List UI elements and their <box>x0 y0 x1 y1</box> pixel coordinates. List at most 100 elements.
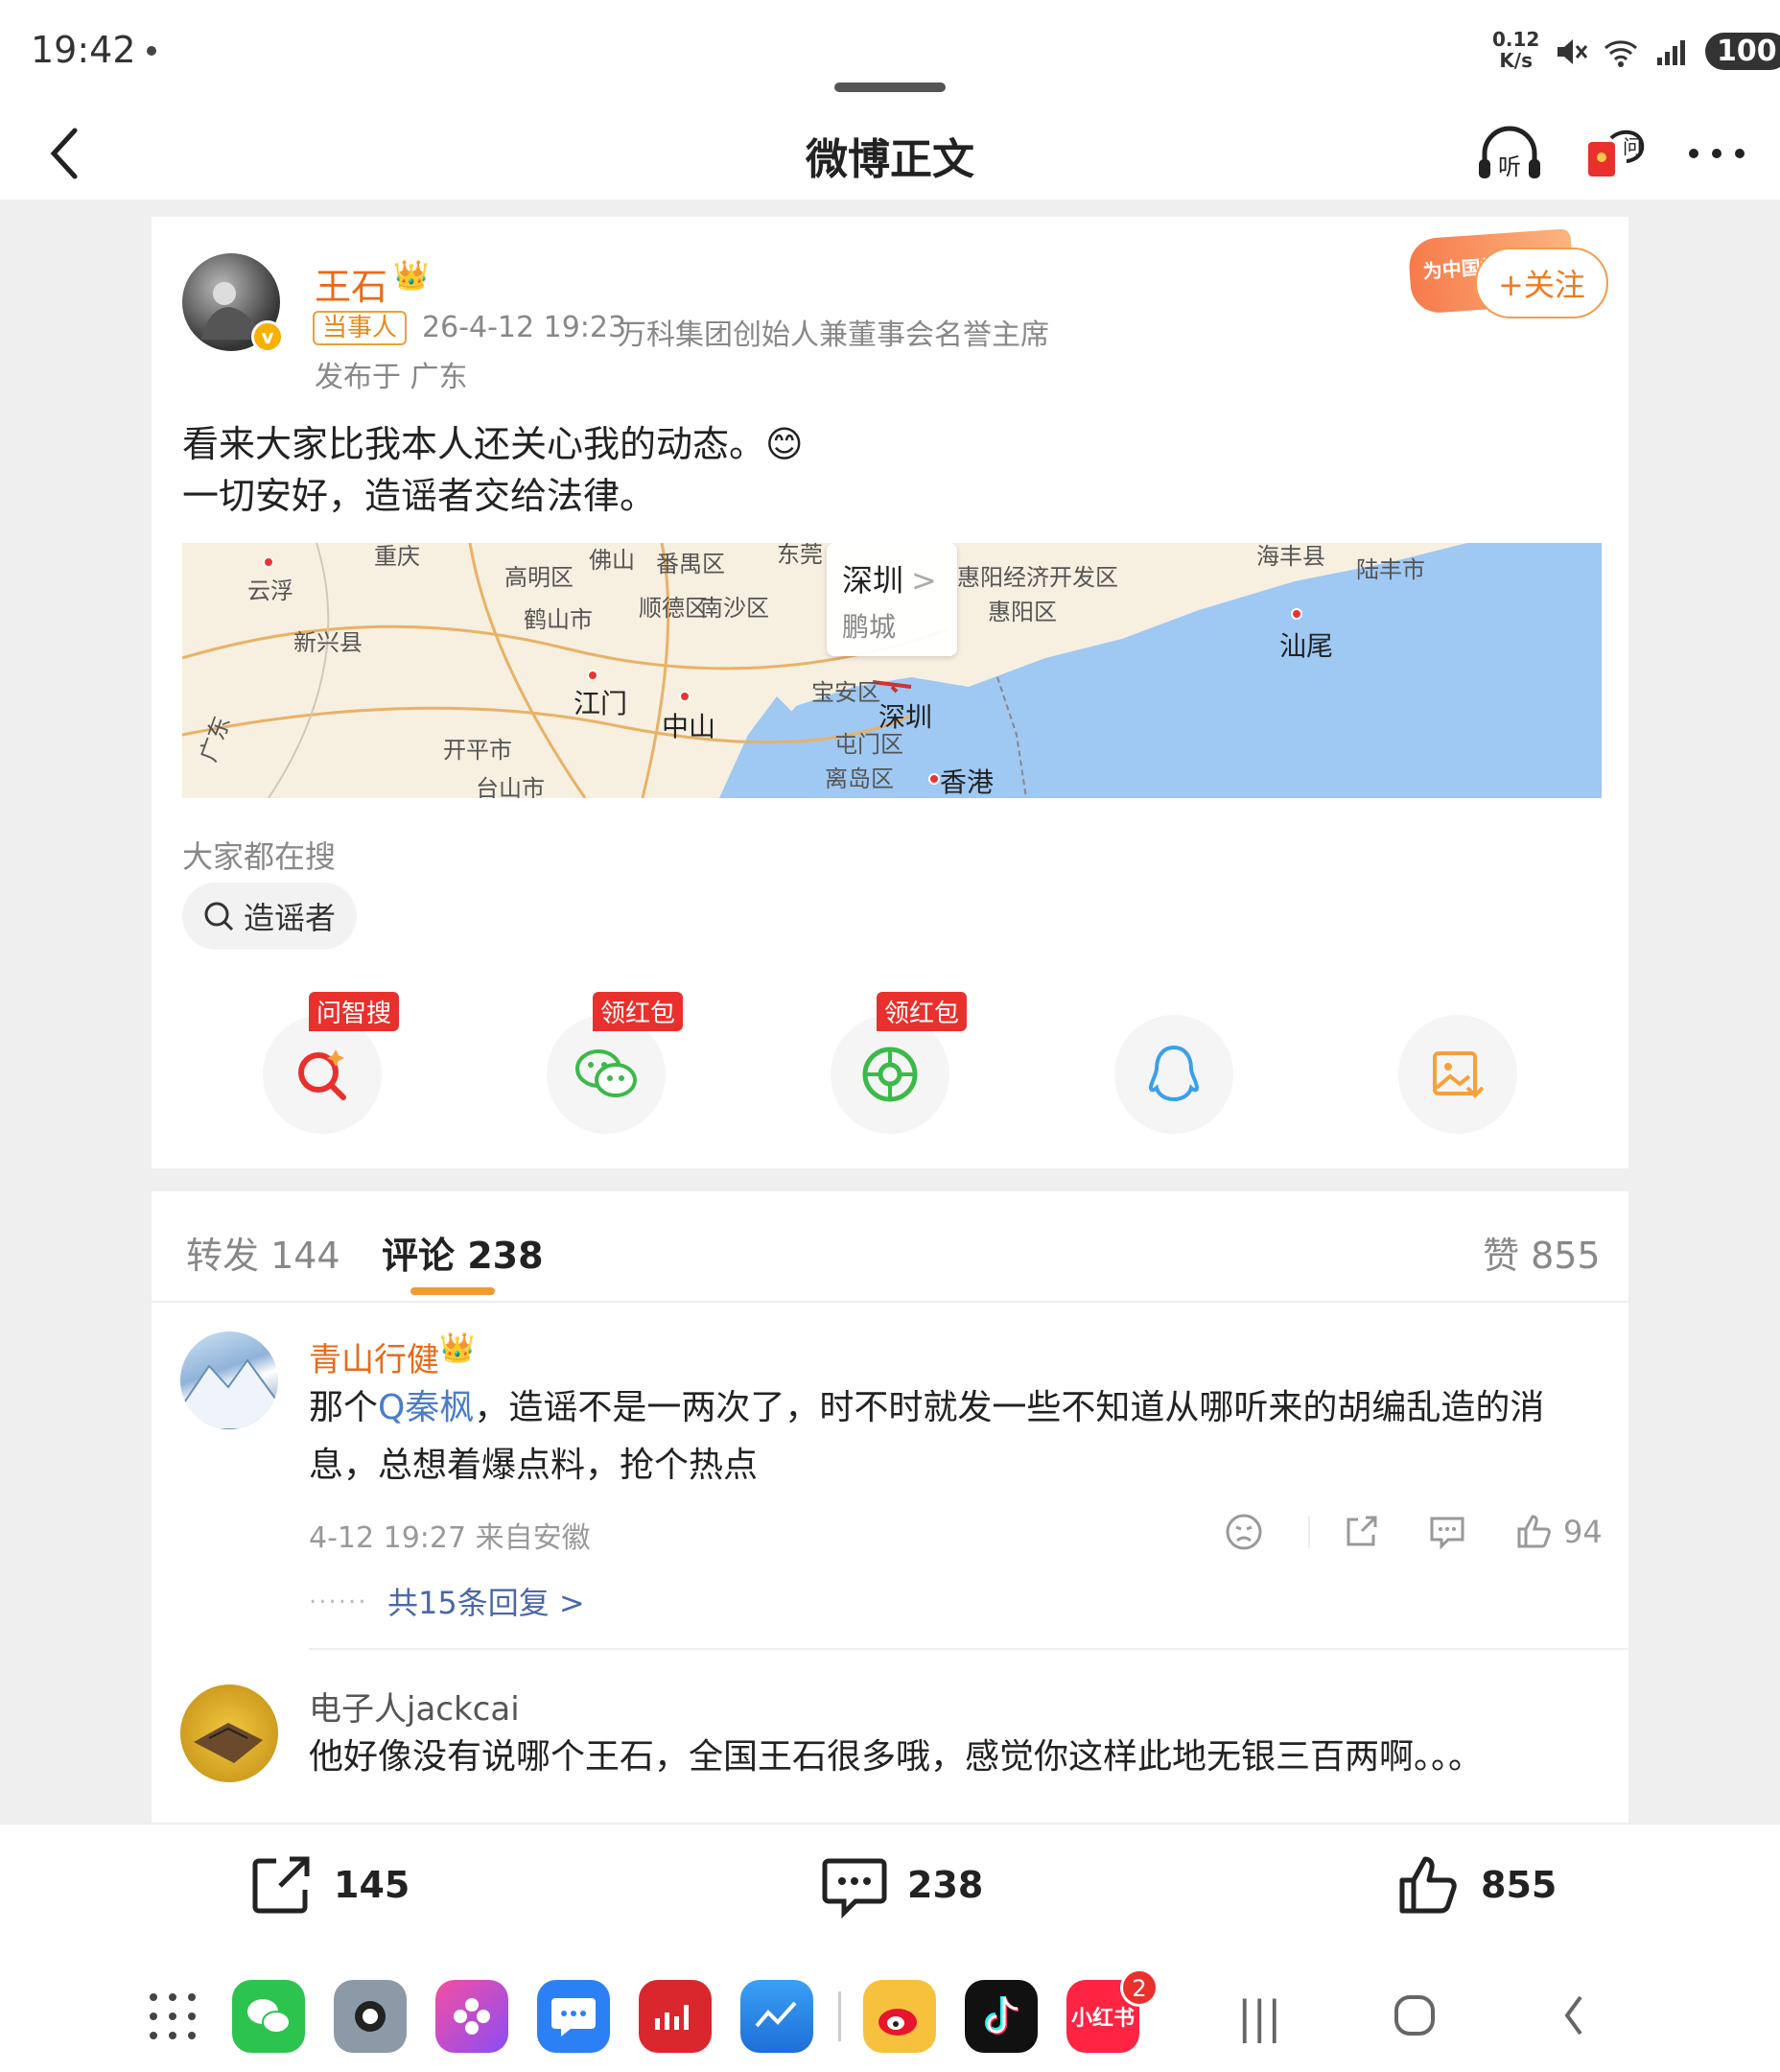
net-speed-unit: K/s <box>1499 49 1534 72</box>
location-nickname: 鹏城 <box>842 611 897 643</box>
status-bar: 19:42 0.12 K/s 100 <box>0 0 1780 106</box>
map-label: 汕尾 <box>1279 630 1334 662</box>
share-moments-button[interactable] <box>831 1015 949 1134</box>
camera-app-icon[interactable] <box>334 1980 407 2053</box>
commenter-avatar[interactable] <box>180 1684 278 1782</box>
signal-icon <box>1657 39 1685 65</box>
mute-icon <box>1558 38 1588 64</box>
chevron-right-icon: > <box>911 562 937 599</box>
view-replies-link[interactable]: 共15条回复 > <box>387 1579 585 1623</box>
divider <box>309 1648 1628 1650</box>
map-label: 香港 <box>940 766 995 798</box>
bottom-action-bar: 145 238 855 <box>0 1823 1780 1945</box>
crown-icon: 👑 <box>439 1331 476 1365</box>
tab-comments[interactable]: 评论 238 <box>382 1226 544 1279</box>
comment-meta: 4-12 19:27 来自安徽 <box>309 1521 591 1555</box>
search-icon <box>204 902 234 931</box>
location-map[interactable]: 重庆 云浮 新兴县 高明区 佛山 番禺区 东莞 顺德区 南沙区 鹤山市 江门 中… <box>182 543 1602 798</box>
ai-search-button[interactable] <box>263 1015 382 1134</box>
notification-dot <box>147 46 156 56</box>
like-button[interactable]: 855 <box>1394 1851 1557 1919</box>
commenter-avatar[interactable] <box>180 1331 278 1429</box>
commenter-name[interactable]: 电子人jackcai <box>309 1683 520 1730</box>
author-name[interactable]: 王石 <box>315 257 387 310</box>
map-label: 惠阳经济开发区 <box>957 564 1118 591</box>
map-label: 东莞 <box>777 543 823 568</box>
post-text-line-1: 看来大家比我本人还关心我的动态。😊 <box>182 423 804 465</box>
avatar-image <box>194 1723 263 1763</box>
app-drawer-icon[interactable] <box>146 1990 199 2043</box>
share-tag: 问智搜 <box>309 992 400 1031</box>
commenter-name[interactable]: 青山行健 <box>309 1333 439 1380</box>
location-popup[interactable]: 深圳 > 鹏城 <box>827 543 957 656</box>
share-qq-button[interactable] <box>1114 1015 1233 1134</box>
map-marker-icon <box>928 773 940 785</box>
tab-reposts[interactable]: 转发 144 <box>186 1226 340 1279</box>
more-options-icon[interactable] <box>1680 115 1757 192</box>
follow-button[interactable]: +关注 <box>1475 247 1608 318</box>
map-label: 重庆 <box>374 543 420 570</box>
ai-search-icon <box>298 1049 346 1100</box>
share-icon[interactable] <box>1341 1512 1381 1552</box>
stocks-app-icon[interactable] <box>639 1980 712 2053</box>
crown-icon: 👑 <box>393 259 430 293</box>
dislike-face-icon[interactable] <box>1224 1512 1264 1552</box>
map-label: 佛山 <box>589 547 635 574</box>
map-label: 鹤山市 <box>524 606 593 633</box>
chart-app-icon[interactable] <box>740 1980 813 2053</box>
map-label: 顺德区 <box>639 595 708 622</box>
post-location: 发布于 广东 <box>315 361 468 394</box>
clock: 19:42 <box>31 29 136 71</box>
thumbs-up-icon <box>1399 1856 1457 1914</box>
search-chip-label: 造谣者 <box>244 900 337 936</box>
wechat-app-icon[interactable] <box>232 1980 305 2053</box>
home-icon[interactable] <box>1393 1993 1437 2037</box>
map-marker-icon <box>587 670 598 681</box>
comment-bubble-icon <box>822 1858 887 1919</box>
share-wechat-button[interactable] <box>547 1015 666 1134</box>
trending-search-title: 大家都在搜 <box>182 838 337 875</box>
verified-badge-icon: v <box>251 320 284 353</box>
map-label: 新兴县 <box>293 629 363 656</box>
qq-icon <box>1148 1045 1200 1102</box>
like-count: 855 <box>1481 1864 1558 1906</box>
like-thumb-icon[interactable] <box>1513 1512 1554 1552</box>
window-handle[interactable] <box>834 82 946 92</box>
tab-likes[interactable]: 赞 855 <box>1483 1226 1601 1279</box>
messages-app-icon[interactable] <box>537 1980 610 2053</box>
map-label: 南沙区 <box>700 595 769 622</box>
comment-like-count: 94 <box>1563 1514 1603 1550</box>
weibo-app-icon[interactable] <box>863 1980 936 2053</box>
comment-icon[interactable] <box>1427 1512 1467 1552</box>
map-label: 屯门区 <box>834 731 903 758</box>
save-image-icon <box>1433 1051 1485 1098</box>
back-nav-icon[interactable] <box>1559 1993 1588 2037</box>
notification-badge: 2 <box>1120 1968 1159 2007</box>
save-image-button[interactable] <box>1398 1015 1517 1134</box>
dock-divider <box>838 1991 841 2041</box>
map-label: 离岛区 <box>825 765 894 792</box>
map-label: 番禺区 <box>656 551 725 577</box>
comment-button[interactable]: 238 <box>821 1851 983 1919</box>
post-card: v 王石 👑 当事人 26-4-12 19:23 万科集团创始人兼董事会名誉主席… <box>152 217 1628 1168</box>
listen-headphones-icon[interactable]: 听 <box>1471 115 1548 192</box>
map-label: 台山市 <box>476 775 545 798</box>
recent-apps-icon[interactable]: ||| <box>1237 1991 1282 2043</box>
divider <box>152 1301 1628 1303</box>
map-marker-icon <box>263 556 274 568</box>
comment-text: 他好像没有说哪个王石，全国王石很多哦，感觉你这样此地无银三百两啊。。。 <box>309 1737 1484 1777</box>
author-title: 万科集团创始人兼董事会名誉主席 <box>618 318 1049 352</box>
divider <box>1308 1516 1310 1548</box>
moments-icon <box>862 1047 918 1102</box>
map-marker-icon <box>1291 608 1302 620</box>
map-label: 江门 <box>574 688 628 719</box>
map-label: 开平市 <box>443 737 512 764</box>
douyin-app-icon[interactable] <box>965 1980 1038 2053</box>
gallery-app-icon[interactable] <box>435 1980 508 2053</box>
search-chip[interactable]: 造谣者 <box>182 883 358 950</box>
mention-link[interactable]: Q秦枫 <box>378 1388 474 1427</box>
repost-button[interactable]: 145 <box>247 1851 410 1919</box>
ask-red-packet-icon[interactable]: 问 <box>1579 115 1655 192</box>
party-tag: 当事人 <box>313 311 408 345</box>
net-speed-value: 0.12 <box>1492 28 1540 51</box>
